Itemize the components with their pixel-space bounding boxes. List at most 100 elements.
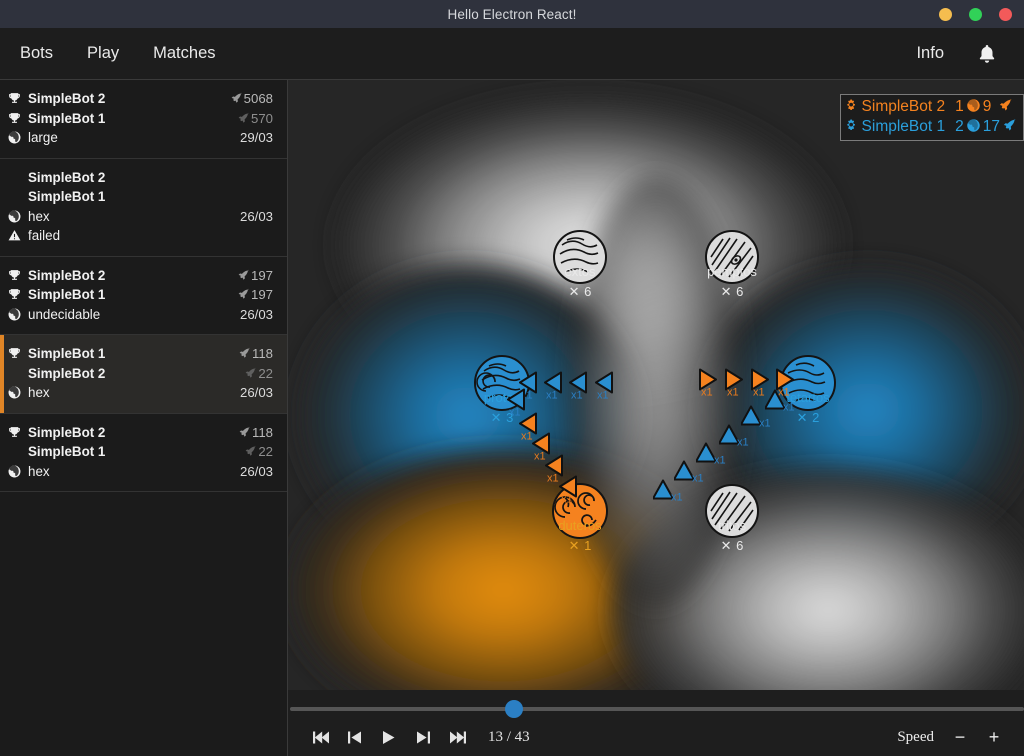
game-viewport[interactable]: extos ✕ 6 pemptos ✕ 6 protos ✕ 3 tetarto… [288, 80, 1024, 690]
match-list-item[interactable]: SimpleBot 2 197 SimpleBot 1 197 undecidable 2… [0, 257, 287, 335]
match-player-name: SimpleBot 1 [28, 287, 106, 303]
fleet-count: x1 [759, 417, 771, 430]
fleet-count: x1 [534, 450, 546, 463]
planet-extos[interactable]: extos ✕ 6 [551, 228, 609, 299]
globe-icon [8, 465, 28, 478]
fleet-count: x1 [692, 472, 704, 485]
fleet-marker[interactable]: x1 [695, 442, 726, 468]
fleet-marker[interactable]: x1 [725, 368, 743, 399]
planet-pemptos[interactable]: pemptos ✕ 6 [703, 228, 761, 299]
game-panel: extos ✕ 6 pemptos ✕ 6 protos ✕ 3 tetarto… [288, 80, 1024, 756]
match-player-ships: 22 [244, 366, 273, 381]
fleet-marker[interactable]: x1 [569, 371, 587, 402]
timeline-track[interactable] [290, 707, 1024, 711]
fleet-marker[interactable]: x1 [764, 389, 795, 415]
fleet-marker[interactable]: x1 [740, 405, 771, 431]
scoreboard-player1-planets: 1 [955, 98, 964, 115]
match-map-row: undecidable 26/03 [8, 305, 273, 325]
match-map-row: hex 26/03 [8, 383, 273, 403]
fleet-marker[interactable]: x1 [544, 371, 562, 402]
play-icon[interactable] [372, 722, 406, 752]
match-player-ships: 118 [238, 425, 273, 440]
trophy-icon [8, 92, 28, 105]
match-status-label: failed [28, 228, 61, 244]
fleet-marker[interactable]: x1 [718, 424, 749, 450]
nav-item-matches[interactable]: Matches [151, 40, 217, 67]
fleet-marker[interactable]: x1 [559, 475, 577, 506]
nav-item-play[interactable]: Play [85, 40, 121, 67]
fleet-count: x1 [571, 389, 583, 402]
scoreboard-row-player2: SimpleBot 1 2 17 [845, 117, 1017, 137]
nav-item-bots[interactable]: Bots [18, 40, 55, 67]
match-list-item[interactable]: SimpleBot 1 118 SimpleBot 2 22 hex 26/03 [0, 335, 287, 414]
match-player-name: SimpleBot 1 [28, 444, 106, 460]
matches-sidebar[interactable]: SimpleBot 2 5068 SimpleBot 1 570 large 29/03 S… [0, 80, 288, 756]
match-date: 26/03 [239, 385, 273, 401]
close-button[interactable] [999, 7, 1012, 21]
match-player-name: SimpleBot 1 [28, 189, 106, 205]
match-player-row: SimpleBot 1 118 [9, 344, 273, 364]
fleet-count: x1 [753, 386, 765, 399]
nav-item-info[interactable]: Info [914, 40, 946, 67]
fleet-count: x1 [597, 389, 609, 402]
gears-icon [845, 97, 860, 117]
navbar-actions: Info [914, 40, 1006, 67]
fleet-count: x1 [561, 493, 573, 506]
match-player-ships: 118 [238, 346, 273, 361]
fleet-count: x1 [671, 491, 683, 504]
speed-increase-button[interactable]: + [986, 728, 1002, 746]
match-player-name: SimpleBot 2 [28, 424, 106, 440]
match-list-item[interactable]: SimpleBot 2 5068 SimpleBot 1 570 large 29/03 [0, 80, 287, 159]
timeline-slider[interactable] [288, 700, 1024, 718]
planet-ship-count-value: 6 [736, 538, 744, 553]
match-player-row: SimpleBot 1 197 [9, 285, 273, 305]
scoreboard-panel: SimpleBot 2 1 9 SimpleBot 1 2 17 [839, 94, 1024, 141]
rocket-icon [998, 97, 1013, 117]
skip-to-start-icon[interactable] [304, 722, 338, 752]
globe-icon [8, 210, 28, 223]
match-player-name: SimpleBot 2 [28, 365, 106, 381]
globe-icon [8, 308, 28, 321]
match-map-name: hex [28, 463, 50, 479]
step-forward-icon[interactable] [406, 722, 440, 752]
step-backward-icon[interactable] [338, 722, 372, 752]
scoreboard-row-player1: SimpleBot 2 1 9 [845, 97, 1017, 117]
fleet-marker[interactable]: x1 [699, 368, 717, 399]
match-map-name: large [28, 130, 58, 146]
rocket-icon [237, 288, 250, 301]
bell-icon[interactable] [976, 43, 998, 65]
match-list-item[interactable]: SimpleBot 2 118 SimpleBot 1 22 hex 26/03 [0, 414, 287, 492]
speed-label: Speed [897, 728, 934, 745]
match-player-ships-count: 197 [250, 287, 273, 303]
globe-icon [8, 386, 28, 399]
match-map-row: hex 26/03 [8, 462, 273, 482]
globe-icon [966, 117, 981, 137]
planet-ship-count: ✕ 6 [720, 284, 744, 299]
scoreboard-player2-name: SimpleBot 1 [861, 118, 946, 135]
maximize-button[interactable] [969, 7, 982, 21]
match-player-ships: 22 [244, 444, 273, 459]
fleet-count: x1 [737, 436, 749, 449]
match-player-row: SimpleBot 2 22 [26, 364, 273, 384]
planet-tritos[interactable]: tritos ✕ 6 [703, 482, 761, 553]
planet-ship-count: ✕ 2 [796, 410, 820, 425]
match-map-row: large 29/03 [8, 128, 273, 148]
main-navbar: Bots Play Matches Info [0, 28, 1024, 80]
planet-name: pemptos [707, 264, 757, 279]
skip-to-end-icon[interactable] [440, 722, 474, 752]
fleet-count: x1 [547, 472, 559, 485]
trophy-icon [8, 269, 28, 282]
match-player-ships-count: 118 [251, 346, 273, 362]
fleet-count: x1 [521, 430, 533, 443]
globe-icon [966, 97, 981, 117]
match-list-item[interactable]: SimpleBot 2 SimpleBot 1 hex 26/03 failed [0, 159, 287, 257]
minimize-button[interactable] [939, 7, 952, 21]
speed-decrease-button[interactable]: − [952, 728, 968, 746]
timeline-thumb[interactable] [504, 700, 523, 718]
scoreboard-player1-name: SimpleBot 2 [861, 98, 946, 115]
fleet-count: x1 [727, 386, 739, 399]
match-player-ships-count: 22 [258, 444, 273, 460]
fleet-marker[interactable]: x1 [595, 371, 613, 402]
fleet-marker[interactable]: x1 [652, 479, 683, 505]
fleet-marker[interactable]: x1 [673, 460, 704, 486]
